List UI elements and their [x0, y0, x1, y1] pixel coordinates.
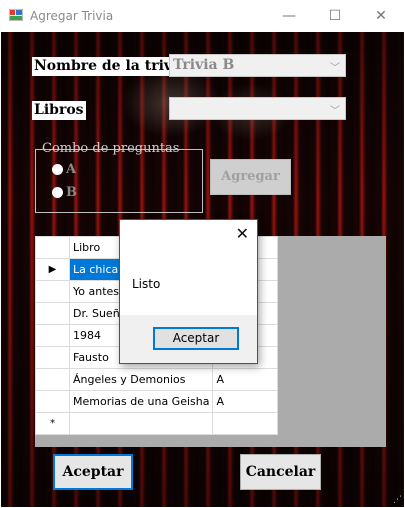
cell-libro[interactable] — [68, 412, 214, 435]
row-header[interactable] — [35, 368, 70, 391]
radio-circle-icon — [52, 187, 63, 198]
dialog-footer: Aceptar — [120, 315, 257, 363]
row-header[interactable] — [35, 324, 70, 347]
minimize-icon: — — [282, 8, 296, 24]
radio-option-a[interactable]: A — [52, 162, 76, 177]
dialog-ok-button[interactable]: Aceptar — [153, 327, 239, 350]
chevron-down-icon: ﹀ — [330, 63, 340, 74]
cell-libro[interactable]: Memorias de una Geisha — [68, 390, 214, 413]
message-dialog: ✕ Listo Aceptar — [119, 219, 258, 364]
close-icon: ✕ — [375, 8, 387, 24]
maximize-button[interactable]: ☐ — [312, 0, 358, 32]
minimize-button[interactable]: — — [266, 0, 312, 32]
radio-circle-icon — [52, 164, 63, 175]
nombre-combo[interactable]: Trivia B ﹀ — [169, 54, 346, 77]
cancel-button[interactable]: Cancelar — [240, 454, 321, 490]
nombre-combo-value: Trivia B — [173, 57, 235, 73]
cell-libro[interactable]: Ángeles y Demonios — [68, 368, 214, 391]
accept-button[interactable]: Aceptar — [53, 454, 133, 490]
maximize-icon: ☐ — [328, 8, 342, 24]
new-row[interactable]: * — [35, 412, 279, 435]
add-button[interactable]: Agregar — [210, 159, 291, 195]
libros-combo[interactable]: ﹀ — [169, 97, 346, 120]
dialog-message: Listo — [132, 277, 161, 291]
chevron-down-icon: ﹀ — [330, 106, 340, 117]
dialog-close-icon[interactable]: ✕ — [236, 224, 249, 243]
window-title: Agregar Trivia — [30, 9, 114, 23]
new-row-marker: * — [35, 412, 70, 435]
libros-label: Libros — [32, 101, 86, 120]
table-row[interactable]: Ángeles y Demonios A — [35, 368, 279, 391]
radio-option-b[interactable]: B — [52, 185, 77, 200]
cell-combo[interactable] — [212, 412, 279, 435]
app-icon — [9, 9, 23, 21]
combo-preguntas-group: Combo de preguntas A B — [35, 141, 203, 213]
resize-grip-icon[interactable]: ⋰ — [393, 495, 402, 505]
title-bar: Agregar Trivia — ☐ ✕ — [0, 0, 405, 32]
row-header[interactable] — [35, 302, 70, 325]
nombre-label: Nombre de la trivia — [32, 57, 189, 76]
row-header[interactable] — [35, 346, 70, 369]
row-header[interactable] — [35, 280, 70, 303]
cell-combo[interactable]: A — [212, 368, 279, 391]
group-caption: Combo de preguntas — [42, 141, 180, 156]
close-button[interactable]: ✕ — [358, 0, 404, 32]
row-header[interactable]: ▶ — [35, 258, 70, 281]
cell-combo[interactable]: A — [212, 390, 279, 413]
row-header-corner — [35, 236, 70, 259]
table-row[interactable]: Memorias de una Geisha A — [35, 390, 279, 413]
row-header[interactable] — [35, 390, 70, 413]
